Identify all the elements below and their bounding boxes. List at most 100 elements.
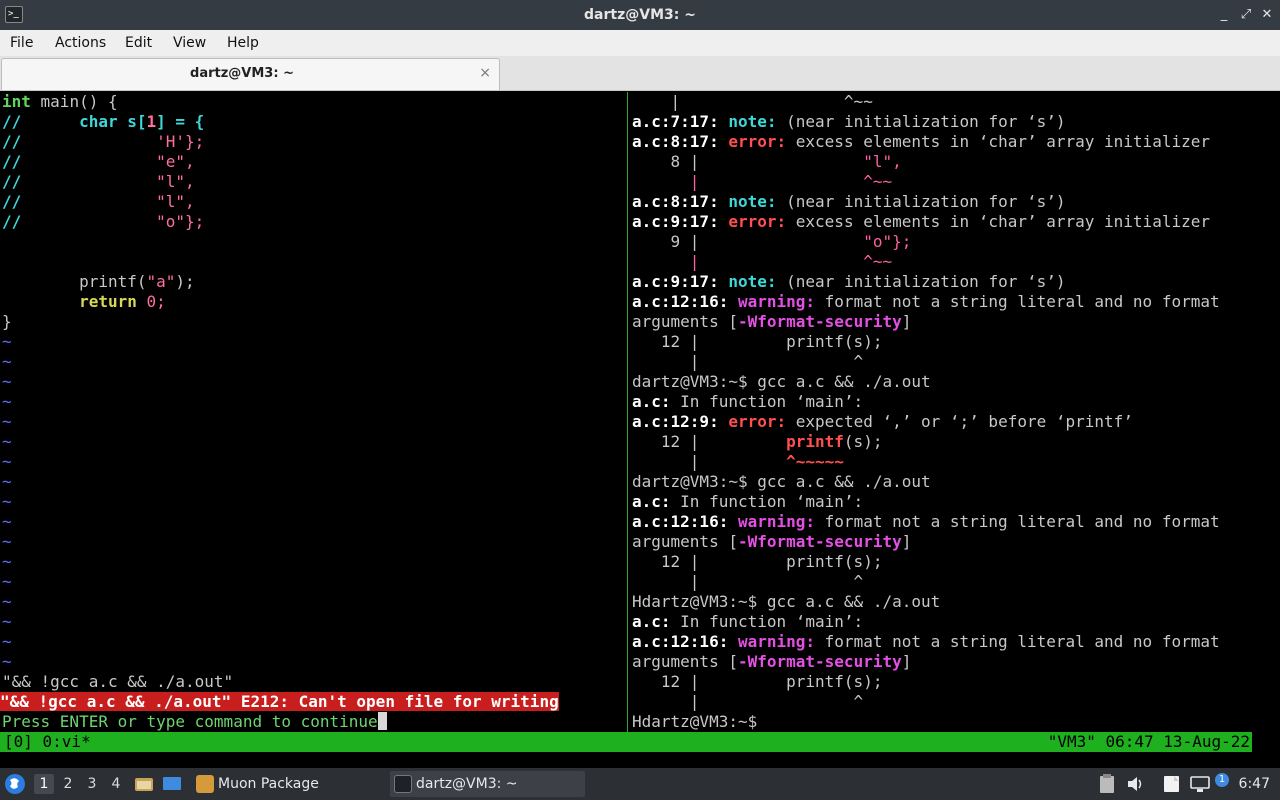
notes-icon[interactable]: [1162, 774, 1182, 794]
code-line: // "l",: [2, 192, 195, 211]
workspace-1[interactable]: 1: [34, 774, 54, 794]
output-line: | ^~~: [632, 252, 893, 271]
code-line: // "o"};: [2, 212, 205, 231]
empty-line-tilde: ~: [2, 352, 12, 371]
text-cursor: [377, 712, 387, 730]
code-line: // "e",: [2, 152, 195, 171]
tab-terminal[interactable]: dartz@VM3: ~ ×: [1, 58, 500, 90]
window-titlebar: >_ dartz@VM3: ~ _ ⤢ ✕: [0, 0, 1280, 30]
window-title: dartz@VM3: ~: [584, 7, 696, 23]
vim-error-message: "&& !gcc a.c && ./a.out" E212: Can't ope…: [0, 692, 559, 711]
output-line: | ^: [632, 352, 864, 371]
tab-close-icon[interactable]: ×: [479, 65, 491, 81]
vim-pane[interactable]: int main() { // char s[1] = { // 'H'}; /…: [0, 92, 626, 732]
workspace-3[interactable]: 3: [82, 774, 102, 794]
output-line: a.c:12:16: warning: format not a string …: [632, 512, 1220, 531]
empty-line-tilde: ~: [2, 572, 12, 591]
output-line: 8 | "l",: [632, 152, 902, 171]
empty-line-tilde: ~: [2, 652, 12, 671]
shell-pane[interactable]: | ^~~ a.c:7:17: note: (near initializati…: [630, 92, 1280, 732]
taskbar-app-label: dartz@VM3: ~: [416, 776, 518, 792]
terminal-area[interactable]: int main() { // char s[1] = { // 'H'}; /…: [0, 92, 1280, 732]
output-line: | ^~~: [632, 172, 893, 191]
pane-divider[interactable]: [627, 92, 628, 732]
output-line: | ^: [632, 572, 864, 591]
tmux-window-list[interactable]: [0] 0:vi*: [4, 732, 91, 752]
empty-line-tilde: ~: [2, 372, 12, 391]
empty-line-tilde: ~: [2, 332, 12, 351]
empty-line-tilde: ~: [2, 532, 12, 551]
empty-line-tilde: ~: [2, 592, 12, 611]
tmux-host-clock: "VM3" 06:47 13-Aug-22: [1047, 732, 1250, 751]
shell-prompt-line: dartz@VM3:~$ gcc a.c && ./a.out: [632, 472, 931, 491]
output-line: | ^~~: [632, 92, 873, 111]
file-manager-icon[interactable]: [134, 774, 154, 794]
code-line: // 'H'};: [2, 132, 205, 151]
menu-file[interactable]: File: [10, 30, 33, 56]
output-line: 12 | printf(s);: [632, 672, 883, 691]
output-line: a.c:7:17: note: (near initialization for…: [632, 112, 1066, 131]
empty-line-tilde: ~: [2, 412, 12, 431]
shell-prompt-line[interactable]: Hdartz@VM3:~$: [632, 712, 767, 732]
output-line: a.c:8:17: note: (near initialization for…: [632, 192, 1066, 211]
output-line: | ^: [632, 692, 864, 711]
output-line: 12 | printf(s);: [632, 332, 883, 351]
desktop-icon[interactable]: [162, 774, 182, 794]
taskbar-app-label: Muon Package Manager: [218, 776, 319, 792]
empty-line-tilde: ~: [2, 612, 12, 631]
maximize-icon[interactable]: ⤢: [1238, 6, 1254, 24]
taskbar: 1 2 3 4 Muon Package Manager dartz@VM3: …: [0, 768, 1280, 800]
code-line: // char s[1] = {: [2, 112, 205, 131]
tmux-status-bar: [0] 0:vi* "VM3" 06:47 13-Aug-22: [0, 732, 1280, 752]
taskbar-app-terminal[interactable]: dartz@VM3: ~: [390, 771, 585, 797]
empty-line-tilde: ~: [2, 472, 12, 491]
notification-count: 1: [1218, 774, 1226, 785]
output-line: 12 | printf(s);: [632, 552, 883, 571]
menu-actions[interactable]: Actions: [55, 30, 106, 56]
start-menu-icon[interactable]: [4, 773, 26, 795]
menu-bar: File Actions Edit View Help: [0, 30, 1280, 56]
output-line: a.c:9:17: error: excess elements in ‘cha…: [632, 212, 1210, 231]
tab-bar: dartz@VM3: ~ ×: [0, 56, 1280, 91]
tab-label: dartz@VM3: ~: [190, 66, 294, 81]
workspace-2[interactable]: 2: [58, 774, 78, 794]
close-icon[interactable]: ✕: [1259, 6, 1275, 24]
taskbar-clock[interactable]: 6:47: [1239, 768, 1270, 800]
output-line: arguments [-Wformat-security]: [632, 312, 912, 331]
code-line: // "l",: [2, 172, 195, 191]
empty-line-tilde: ~: [2, 492, 12, 511]
output-line: a.c:9:17: note: (near initialization for…: [632, 272, 1066, 291]
code-line: printf("a");: [2, 272, 195, 291]
shell-prompt-line: Hdartz@VM3:~$ gcc a.c && ./a.out: [632, 592, 941, 611]
clipboard-icon[interactable]: [1098, 774, 1116, 794]
output-line: a.c: In function ‘main’:: [632, 612, 864, 631]
code-line: return 0;: [79, 292, 166, 311]
output-line: arguments [-Wformat-security]: [632, 652, 912, 671]
output-line: | ^~~~~~: [632, 452, 844, 471]
empty-line-tilde: ~: [2, 512, 12, 531]
menu-edit[interactable]: Edit: [125, 30, 152, 56]
workspace-4[interactable]: 4: [106, 774, 126, 794]
vim-command-line: "&& !gcc a.c && ./a.out": [2, 672, 234, 691]
output-line: 9 | "o"};: [632, 232, 912, 251]
package-manager-icon: [196, 775, 214, 793]
code-line: }: [2, 312, 12, 331]
terminal-icon: [394, 775, 412, 793]
output-line: a.c:8:17: error: excess elements in ‘cha…: [632, 132, 1210, 151]
output-line: a.c:12:16: warning: format not a string …: [632, 632, 1220, 651]
minimize-icon[interactable]: _: [1216, 6, 1232, 24]
output-line: a.c:12:9: error: expected ‘,’ or ‘;’ bef…: [632, 412, 1133, 431]
vim-press-enter-prompt: Press ENTER or type command to continue: [2, 712, 387, 732]
menu-view[interactable]: View: [173, 30, 206, 56]
menu-help[interactable]: Help: [227, 30, 259, 56]
output-line: arguments [-Wformat-security]: [632, 532, 912, 551]
volume-icon[interactable]: [1126, 775, 1146, 793]
empty-line-tilde: ~: [2, 432, 12, 451]
shell-prompt-line: dartz@VM3:~$ gcc a.c && ./a.out: [632, 372, 931, 391]
code-line: int main() {: [2, 92, 118, 111]
taskbar-app-muon[interactable]: Muon Package Manager: [192, 771, 384, 797]
output-line: a.c:12:16: warning: format not a string …: [632, 292, 1220, 311]
output-line: a.c: In function ‘main’:: [632, 492, 864, 511]
network-icon[interactable]: [1190, 775, 1210, 793]
empty-line-tilde: ~: [2, 452, 12, 471]
